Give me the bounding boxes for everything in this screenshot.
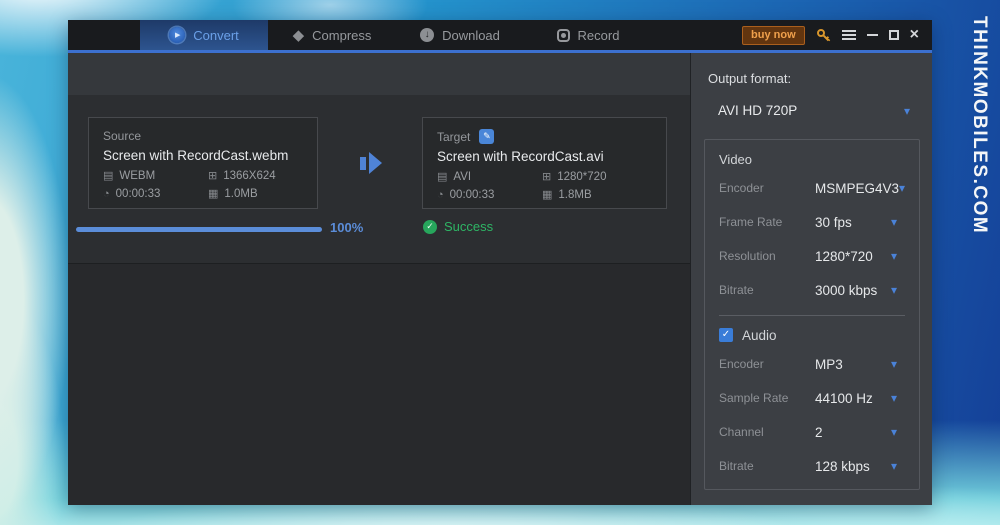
clock-icon: ◔	[437, 188, 444, 201]
source-filename: Screen with RecordCast.webm	[103, 148, 289, 163]
codec-settings-box: Video Encoder MSMPEG4V3 ▾ Frame Rate 30 …	[704, 139, 920, 490]
resolution-icon: ⊞	[542, 170, 552, 183]
format-icon: ▤	[437, 170, 448, 183]
audio-checkbox[interactable]: ✓	[719, 328, 733, 342]
audio-samplerate-row[interactable]: Sample Rate 44100 Hz ▾	[719, 381, 905, 415]
target-format: ▤ AVI	[437, 170, 472, 183]
tab-strip: ▶ Convert ◆ Compress ↓ Download Record	[140, 20, 652, 50]
status-text: Success	[444, 219, 494, 234]
section-divider	[719, 315, 905, 316]
chevron-down-icon[interactable]: ▾	[891, 284, 905, 296]
audio-section-title: Audio	[742, 327, 777, 343]
convert-play-icon: ▶	[169, 27, 186, 43]
output-format-value: AVI HD 720P	[718, 103, 798, 118]
progress-percent: 100%	[330, 220, 364, 235]
key-icon[interactable]	[816, 28, 831, 43]
video-section-title: Video	[719, 152, 753, 167]
video-resolution-row[interactable]: Resolution 1280*720 ▾	[719, 239, 905, 273]
target-size: ▦ 1.8MB	[542, 188, 592, 201]
chevron-down-icon[interactable]: ▾	[891, 358, 905, 370]
format-icon: ▤	[103, 169, 114, 182]
tab-convert-label: Convert	[193, 27, 239, 43]
target-file-box: Target ✎ Screen with RecordCast.avi ▤ AV…	[422, 117, 667, 209]
audio-channel-row[interactable]: Channel 2 ▾	[719, 415, 905, 449]
clock-icon: ◔	[103, 187, 110, 200]
target-duration: ◔ 00:00:33	[437, 188, 495, 201]
chevron-down-icon[interactable]: ▾	[891, 460, 905, 472]
buy-now-button[interactable]: buy now	[742, 25, 805, 45]
filesize-icon: ▦	[542, 188, 553, 201]
video-bitrate-row[interactable]: Bitrate 3000 kbps ▾	[719, 273, 905, 307]
target-label: Target	[437, 129, 471, 144]
progress-bar	[76, 227, 322, 232]
toolbar-band	[68, 53, 690, 95]
success-check-icon: ✓	[423, 219, 437, 234]
tab-compress[interactable]: ◆ Compress	[268, 20, 396, 50]
output-format-select[interactable]: AVI HD 720P ▾	[718, 103, 910, 118]
video-framerate-row[interactable]: Frame Rate 30 fps ▾	[719, 205, 905, 239]
tab-download[interactable]: ↓ Download	[396, 20, 524, 50]
convert-direction-icon	[360, 152, 382, 174]
tab-bar: ▶ Convert ◆ Compress ↓ Download Record b…	[68, 20, 932, 53]
edit-target-icon[interactable]: ✎	[479, 129, 495, 144]
tab-compress-label: Compress	[312, 27, 372, 43]
resolution-icon: ⊞	[208, 169, 218, 182]
source-file-box: Source Screen with RecordCast.webm ▤ WEB…	[88, 117, 318, 209]
status-badge: ✓ Success	[423, 219, 493, 234]
titlebar-controls: buy now ×	[742, 20, 932, 50]
output-format-label: Output format:	[708, 71, 792, 86]
tab-convert[interactable]: ▶ Convert	[140, 20, 268, 50]
source-format: ▤ WEBM	[103, 169, 156, 182]
target-resolution: ⊞ 1280*720	[542, 170, 607, 183]
chevron-down-icon[interactable]: ▾	[891, 250, 905, 262]
watermark-text: THINKMOBILES.COM	[969, 16, 990, 235]
menu-icon[interactable]	[841, 30, 856, 40]
main-area: Source Screen with RecordCast.webm ▤ WEB…	[68, 53, 690, 505]
settings-sidebar: Output format: AVI HD 720P ▾ Video Encod…	[690, 53, 932, 505]
chevron-down-icon[interactable]: ▾	[899, 182, 913, 194]
tab-download-label: Download	[442, 27, 500, 43]
chevron-down-icon[interactable]: ▾	[891, 216, 905, 228]
chevron-down-icon[interactable]: ▾	[891, 426, 905, 438]
source-label: Source	[103, 129, 142, 143]
audio-encoder-row[interactable]: Encoder MP3 ▾	[719, 347, 905, 381]
compress-gem-icon: ◆	[292, 26, 305, 44]
source-size: ▦ 1.0MB	[208, 187, 258, 200]
filesize-icon: ▦	[208, 187, 219, 200]
source-resolution: ⊞ 1366X624	[208, 169, 276, 182]
record-icon	[556, 28, 570, 42]
app-window: ▶ Convert ◆ Compress ↓ Download Record b…	[68, 20, 932, 505]
download-arrow-icon: ↓	[420, 28, 435, 42]
audio-bitrate-row[interactable]: Bitrate 128 kbps ▾	[719, 449, 905, 483]
chevron-down-icon[interactable]: ▾	[904, 105, 910, 117]
conversion-panel: Source Screen with RecordCast.webm ▤ WEB…	[68, 95, 690, 263]
file-list-area	[68, 263, 690, 505]
source-duration: ◔ 00:00:33	[103, 187, 161, 200]
tab-record[interactable]: Record	[524, 20, 652, 50]
close-icon[interactable]: ×	[910, 27, 919, 43]
target-filename: Screen with RecordCast.avi	[437, 149, 604, 164]
tab-record-label: Record	[577, 27, 620, 43]
minimize-icon[interactable]	[866, 34, 878, 36]
video-encoder-row[interactable]: Encoder MSMPEG4V3 ▾	[719, 171, 905, 205]
maximize-icon[interactable]	[888, 30, 899, 40]
chevron-down-icon[interactable]: ▾	[891, 392, 905, 404]
